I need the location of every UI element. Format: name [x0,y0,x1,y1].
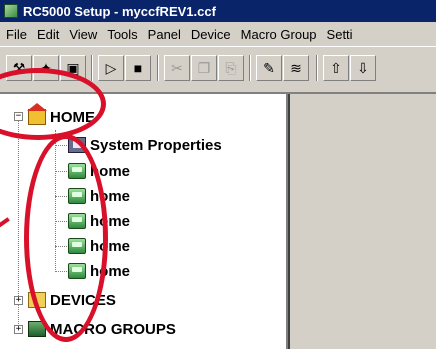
device-icon [68,188,86,204]
add-device-icon[interactable]: ✦ [33,55,59,81]
upload-icon[interactable]: ⇧ [323,55,349,81]
menu-device[interactable]: Device [186,27,236,42]
home-icon [27,103,47,125]
tree-node-label: DEVICES [50,291,116,309]
tree-node-label: home [90,212,131,230]
tree-node-label: home [90,237,131,255]
macro-groups-icon [28,321,46,337]
app-icon[interactable] [4,4,18,18]
window-title: RC5000 Setup - myccfREV1.ccf [23,3,216,19]
expand-toggle[interactable]: + [14,325,23,334]
toolbar-separator [91,55,93,81]
tree-connector [55,130,57,270]
toolbar-separator [249,55,251,81]
tree-node-devices[interactable]: DEVICES [28,289,116,311]
detail-pane[interactable] [288,92,436,349]
tree-node-home-device[interactable]: home [68,235,130,257]
system-properties-icon [68,137,86,153]
tree-view[interactable]: − HOME System Properties home home home … [0,92,288,349]
tree-node-home-root[interactable]: HOME [27,103,95,128]
tree-node-home-device[interactable]: home [68,160,130,182]
tree-connector [55,145,67,147]
menu-view[interactable]: View [64,27,102,42]
device-icon [68,213,86,229]
new-device-icon[interactable]: ⚒ [6,55,32,81]
menu-bar: File Edit View Tools Panel Device Macro … [0,22,436,46]
tree-node-home-device[interactable]: home [68,185,130,207]
tree-node-home-device[interactable]: home [68,210,130,232]
save-icon[interactable]: ■ [125,55,151,81]
device-icon [68,263,86,279]
tree-node-label: HOME [50,108,95,126]
menu-panel[interactable]: Panel [143,27,186,42]
ir-learn-icon[interactable]: ≋ [283,55,309,81]
menu-tools[interactable]: Tools [102,27,142,42]
tree-connector [55,196,67,198]
download-icon[interactable]: ⇩ [350,55,376,81]
open-icon[interactable]: ▷ [98,55,124,81]
menu-macro-group[interactable]: Macro Group [236,27,322,42]
toolbar: ⚒ ✦ ▣ ▷ ■ ✂ ❐ ⎘ ✎ ≋ ⇧ ⇩ [0,46,436,90]
tree-connector [55,246,67,248]
device-icon [68,238,86,254]
tree-connector [55,271,67,273]
device-icon [68,163,86,179]
menu-settings[interactable]: Setti [322,27,358,42]
menu-edit[interactable]: Edit [32,27,64,42]
tree-connector [55,171,67,173]
tree-connector [55,221,67,223]
title-bar[interactable]: RC5000 Setup - myccfREV1.ccf [0,0,436,22]
tree-node-system-properties[interactable]: System Properties [68,134,222,156]
toolbar-separator [316,55,318,81]
collapse-toggle[interactable]: − [14,112,23,121]
tree-node-label: System Properties [90,136,222,154]
tree-node-macro-groups[interactable]: MACRO GROUPS [28,318,176,340]
app-window: RC5000 Setup - myccfREV1.ccf File Edit V… [0,0,436,349]
tree-node-label: home [90,162,131,180]
toolbar-separator [157,55,159,81]
add-panel-icon[interactable]: ▣ [60,55,86,81]
expand-toggle[interactable]: + [14,296,23,305]
tree-node-label: MACRO GROUPS [50,320,176,338]
cut-icon[interactable]: ✂ [164,55,190,81]
tree-node-home-device[interactable]: home [68,260,130,282]
tree-node-label: home [90,187,131,205]
menu-file[interactable]: File [0,27,32,42]
devices-folder-icon [28,292,46,308]
tree-node-label: home [90,262,131,280]
paste-icon[interactable]: ⎘ [218,55,244,81]
edit-icon[interactable]: ✎ [256,55,282,81]
copy-icon[interactable]: ❐ [191,55,217,81]
